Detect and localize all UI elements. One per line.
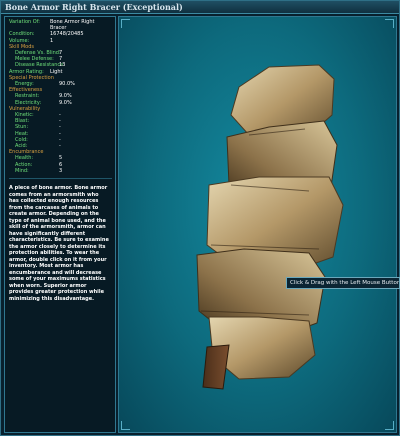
stat-value: 3 — [59, 167, 63, 174]
stat-value: Light — [50, 68, 63, 75]
stat-value: - — [59, 118, 61, 125]
viewer-hint-tooltip: Click & Drag with the Left Mouse Button … — [286, 277, 400, 289]
stat-key: Electricity: — [15, 99, 42, 106]
bone-bracer-model[interactable] — [119, 17, 397, 433]
item-description: A piece of bone armor. Bone armor comes … — [9, 185, 109, 302]
title-bar[interactable]: Bone Armor Right Bracer (Exceptional) — [1, 1, 399, 14]
stat-value: Bracer — [50, 25, 67, 32]
stat-value: - — [59, 130, 61, 137]
stat-value: - — [59, 112, 61, 119]
stat-key: Mind: — [15, 167, 29, 174]
stat-value: 9.0% — [59, 99, 72, 106]
stat-value: 16748/20485 — [50, 31, 84, 38]
stat-value: - — [59, 124, 61, 131]
stat-value: 5 — [59, 155, 63, 162]
item-examine-window: Bone Armor Right Bracer (Exceptional) Va… — [0, 0, 400, 436]
stat-value: 90.0% — [59, 81, 75, 88]
stat-value: - — [59, 136, 61, 143]
stat-mind: Mind: 3 — [9, 168, 112, 174]
stat-key: Volume: — [9, 37, 30, 44]
divider — [9, 178, 112, 180]
stat-value: - — [59, 143, 61, 150]
stat-value: 9.0% — [59, 93, 72, 100]
item-attributes-panel[interactable]: Variation Of: Bone Armor Right Bracer Con… — [4, 16, 116, 433]
stat-key: Armor Rating: — [9, 68, 44, 75]
stat-value: Bone Armor Right — [50, 19, 95, 25]
window-title: Bone Armor Right Bracer (Exceptional) — [5, 2, 183, 12]
stat-value: 7 — [59, 56, 63, 63]
stat-value: 1 — [50, 37, 54, 44]
stat-value: 13 — [59, 62, 66, 69]
item-3d-viewer[interactable] — [118, 16, 397, 433]
stat-value: 7 — [59, 50, 63, 57]
stat-value: 6 — [59, 161, 63, 168]
